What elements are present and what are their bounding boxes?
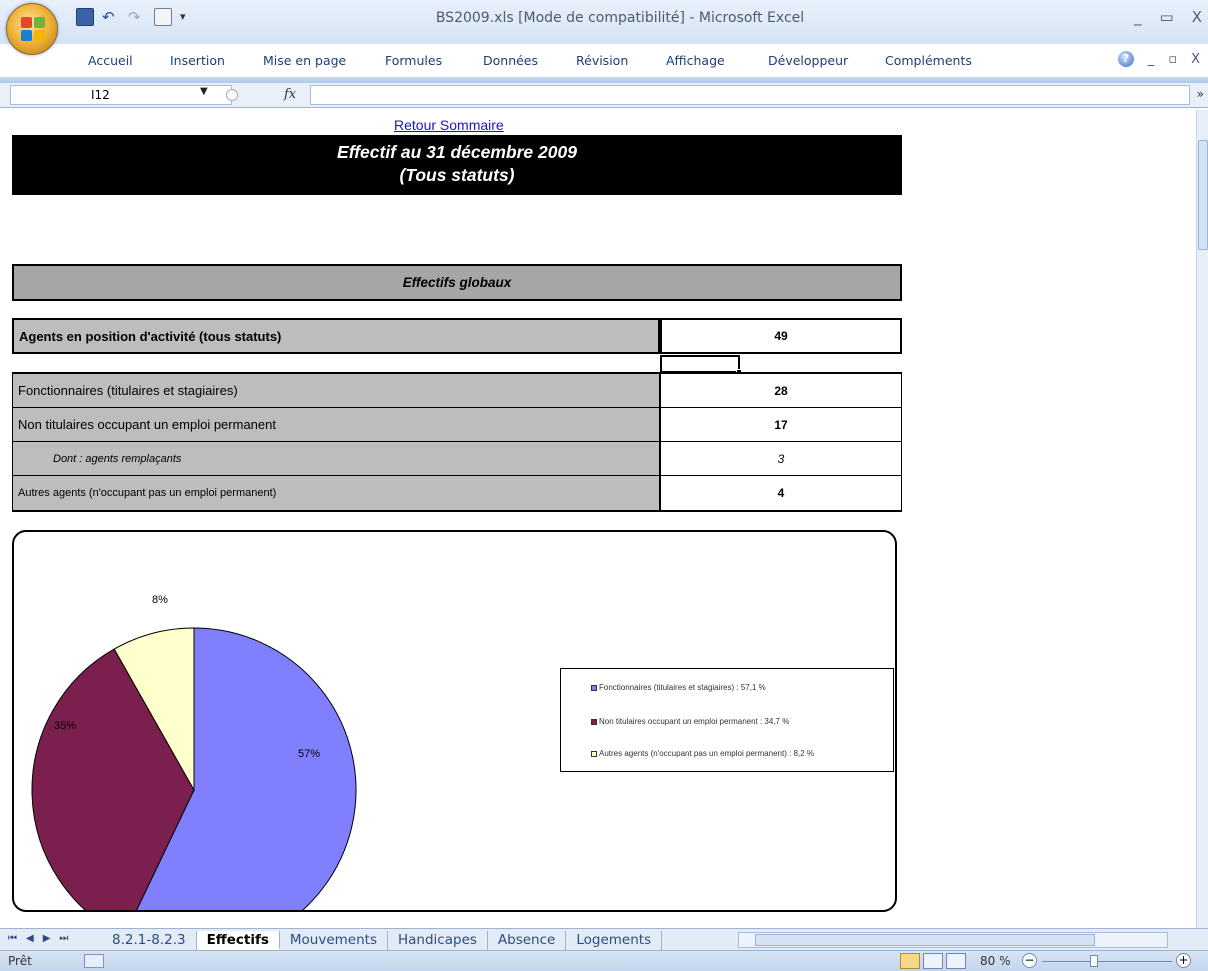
office-button[interactable] (6, 3, 58, 55)
window-title: BS2009.xls [Mode de compatibilité] - Mic… (435, 10, 805, 26)
row-value-non-titulaires[interactable]: 17 (660, 407, 902, 442)
row-value-fonctionnaires[interactable]: 28 (660, 372, 902, 408)
sheet-tab-handicapes[interactable]: Handicapes (388, 931, 488, 950)
sheet-tab-mouvements[interactable]: Mouvements (280, 931, 388, 950)
print-preview-icon[interactable] (154, 8, 172, 26)
window-controls: _ ▭ X (1134, 8, 1202, 26)
sheet-tab-effectifs[interactable]: Effectifs (196, 931, 280, 950)
horizontal-scrollbar[interactable] (738, 932, 1168, 948)
maximize-button[interactable]: ▭ (1160, 8, 1174, 26)
tab-complements[interactable]: Compléments (885, 53, 985, 68)
close-button[interactable]: X (1192, 8, 1202, 26)
row-value-autres-agents[interactable]: 4 (660, 475, 902, 512)
pie-data-label-non-titulaires: 35% (54, 720, 77, 732)
sheet-title-line2: (Tous statuts) (399, 165, 515, 185)
sheet-tabs: 8.2.1-8.2.3 Effectifs Mouvements Handica… (102, 931, 663, 950)
sheet-tab-8-2-1[interactable]: 8.2.1-8.2.3 (102, 931, 197, 950)
insert-function-icon[interactable]: fx (284, 87, 296, 102)
section-header: Effectifs globaux (12, 264, 902, 301)
worksheet[interactable]: Retour Sommaire Effectif au 31 décembre … (0, 110, 1196, 928)
legend-label-autres: Autres agents (n'occupant pas un emploi … (599, 749, 814, 758)
help-icon[interactable]: ? (1117, 51, 1134, 67)
row-value-total[interactable]: 49 (660, 318, 902, 354)
row-label-remplacants[interactable]: Dont : agents remplaçants (12, 441, 660, 476)
doc-close-button[interactable]: X (1191, 52, 1200, 67)
ribbon-tabs: Accueil Insertion Mise en page Formules … (88, 53, 985, 68)
formula-cancel-icon[interactable] (226, 89, 238, 101)
zoom-level[interactable]: 80 % (980, 954, 1011, 968)
tab-donnees[interactable]: Données (483, 53, 576, 68)
legend-entry-autres: Autres agents (n'occupant pas un emploi … (591, 749, 814, 758)
customize-toolbar-icon[interactable]: ▾ (180, 8, 198, 26)
tab-revision[interactable]: Révision (576, 53, 666, 68)
quick-access-toolbar: ↶ ↷ ▾ (76, 6, 198, 28)
macro-record-icon[interactable] (84, 954, 104, 968)
vertical-scrollbar-thumb[interactable] (1198, 140, 1208, 250)
ribbon-right-controls: ? _ ▫ X (1117, 51, 1200, 67)
tab-affichage[interactable]: Affichage (666, 53, 768, 68)
normal-view-icon[interactable] (900, 953, 920, 969)
tab-mise-en-page[interactable]: Mise en page (263, 53, 385, 68)
first-sheet-icon[interactable]: ⏮ (8, 933, 17, 944)
office-logo-icon (21, 17, 45, 41)
pie-chart[interactable]: 57% 35% 8% Fonctionnaires (titulaires et… (12, 530, 897, 912)
legend-swatch-fonctionnaires (591, 684, 597, 691)
row-label-autres-agents[interactable]: Autres agents (n'occupant pas un emploi … (12, 475, 660, 512)
redo-icon[interactable]: ↷ (128, 8, 146, 26)
sheet-tab-logements[interactable]: Logements (566, 931, 663, 950)
row-label-fonctionnaires[interactable]: Fonctionnaires (titulaires et stagiaires… (12, 372, 660, 408)
last-sheet-icon[interactable]: ⏭ (59, 933, 68, 944)
minimize-button[interactable]: _ (1134, 8, 1142, 26)
sheet-title-line1: Effectif au 31 décembre 2009 (337, 142, 577, 162)
doc-minimize-button[interactable]: _ (1148, 52, 1155, 67)
zoom-out-button[interactable]: − (1022, 953, 1037, 968)
pie-data-label-autres: 8% (152, 594, 168, 606)
undo-icon[interactable]: ↶ (102, 8, 120, 26)
legend-label-fonctionnaires: Fonctionnaires (titulaires et stagiaires… (599, 683, 766, 692)
zoom-in-button[interactable]: + (1176, 953, 1191, 968)
row-value-remplacants[interactable]: 3 (660, 441, 902, 476)
status-bar: Prêt 80 % − + (0, 950, 1208, 971)
zoom-slider-thumb[interactable] (1090, 955, 1098, 967)
tab-formules[interactable]: Formules (385, 53, 483, 68)
formula-bar: I12 ▼ fx » (0, 83, 1208, 108)
vertical-scrollbar[interactable] (1196, 110, 1208, 928)
selected-cell[interactable] (660, 355, 742, 375)
sheet-tabs-bar: ⏮ ◀ ▶ ⏭ 8.2.1-8.2.3 Effectifs Mouvements… (0, 928, 1208, 950)
page-break-view-icon[interactable] (946, 953, 966, 969)
tab-insertion[interactable]: Insertion (170, 53, 263, 68)
row-label-non-titulaires[interactable]: Non titulaires occupant un emploi perman… (12, 407, 660, 442)
prev-sheet-icon[interactable]: ◀ (26, 933, 34, 944)
sheet-tab-absence[interactable]: Absence (488, 931, 567, 950)
retour-sommaire-link[interactable]: Retour Sommaire (394, 117, 504, 133)
legend-entry-non-titulaires: Non titulaires occupant un emploi perman… (591, 717, 789, 726)
doc-restore-button[interactable]: ▫ (1168, 52, 1177, 67)
name-box-dropdown-icon[interactable]: ▼ (200, 86, 208, 97)
formula-input[interactable] (310, 85, 1190, 105)
legend-swatch-non-titulaires (591, 718, 597, 725)
row-label-total[interactable]: Agents en position d'activité (tous stat… (12, 318, 660, 354)
tab-accueil[interactable]: Accueil (88, 53, 170, 68)
chart-legend[interactable]: Fonctionnaires (titulaires et stagiaires… (560, 668, 894, 772)
horizontal-scrollbar-thumb[interactable] (755, 934, 1095, 946)
zoom-slider-track[interactable] (1042, 961, 1172, 962)
expand-formula-bar-icon[interactable]: » (1197, 87, 1204, 101)
tab-developpeur[interactable]: Développeur (768, 53, 885, 68)
next-sheet-icon[interactable]: ▶ (43, 933, 51, 944)
pie-chart-plot (31, 627, 357, 910)
sheet-navigation: ⏮ ◀ ▶ ⏭ (8, 933, 68, 944)
save-icon[interactable] (76, 8, 94, 26)
legend-swatch-autres (591, 750, 597, 757)
page-layout-view-icon[interactable] (923, 953, 943, 969)
legend-entry-fonctionnaires: Fonctionnaires (titulaires et stagiaires… (591, 683, 766, 692)
name-box[interactable]: I12 (10, 85, 232, 105)
sheet-title: Effectif au 31 décembre 2009 (Tous statu… (12, 135, 902, 195)
title-bar: ↶ ↷ ▾ BS2009.xls [Mode de compatibilité]… (0, 0, 1208, 44)
pie-data-label-fonctionnaires: 57% (298, 748, 321, 760)
status-text: Prêt (8, 954, 32, 968)
legend-label-non-titulaires: Non titulaires occupant un emploi perman… (599, 717, 790, 726)
view-buttons (900, 953, 966, 969)
